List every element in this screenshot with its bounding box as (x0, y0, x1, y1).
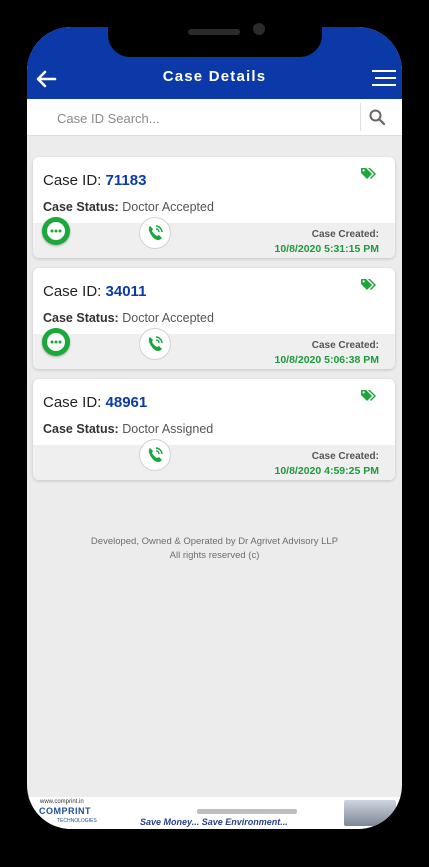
call-button[interactable] (139, 328, 171, 360)
ad-product-image (344, 800, 396, 826)
case-id-search-input[interactable] (55, 99, 364, 137)
case-id-value: 34011 (105, 283, 147, 300)
phone-notch (108, 23, 322, 57)
case-card-body: Case ID: 48961 Case Status: Doctor Assig… (33, 379, 395, 445)
case-created-label: Case Created: (311, 451, 379, 462)
search-icon[interactable] (368, 108, 386, 126)
case-status-value: Doctor Accepted (122, 200, 214, 214)
footer-credits: Developed, Owned & Operated by Dr Agrive… (27, 535, 402, 563)
speaker-grille (188, 29, 240, 35)
case-id-label: Case ID: (43, 283, 102, 300)
footer-developer-text: Developed, Owned & Operated by Dr Agrive… (90, 536, 339, 547)
chat-bubble-icon (47, 222, 65, 240)
case-card-body: Case ID: 71183 Case Status: Doctor Accep… (33, 157, 395, 223)
phone-call-icon (148, 447, 163, 462)
case-id-value: 71183 (105, 172, 147, 189)
call-button[interactable] (139, 217, 171, 249)
case-created-date: 10/8/2020 5:31:15 PM (274, 243, 380, 255)
tags-icon[interactable] (361, 389, 377, 403)
case-status: Case Status: Doctor Assigned (43, 422, 213, 436)
ad-tagline: Save Money... Save Environment... (140, 817, 288, 827)
case-card-body: Case ID: 34011 Case Status: Doctor Accep… (33, 268, 395, 334)
phone-call-icon (148, 225, 163, 240)
app-screen: Case Details Case ID: 71183 (27, 27, 402, 829)
case-card-footer: Case Created: 10/8/2020 5:31:15 PM (33, 217, 395, 258)
case-list: Case ID: 71183 Case Status: Doctor Accep… (33, 157, 395, 490)
hamburger-menu-icon[interactable] (372, 69, 396, 87)
case-status: Case Status: Doctor Accepted (43, 311, 214, 325)
chat-button[interactable] (42, 328, 70, 356)
case-status-label: Case Status: (43, 422, 119, 436)
ad-text-bar (197, 809, 297, 814)
tags-icon[interactable] (361, 167, 377, 181)
case-card[interactable]: Case ID: 71183 Case Status: Doctor Accep… (33, 157, 395, 258)
case-card[interactable]: Case ID: 48961 Case Status: Doctor Assig… (33, 379, 395, 480)
ad-brand-subtitle: TECHNOLOGIES (57, 818, 97, 824)
case-card-footer: Case Created: 10/8/2020 5:06:38 PM (33, 328, 395, 369)
case-card[interactable]: Case ID: 34011 Case Status: Doctor Accep… (33, 268, 395, 369)
front-camera (253, 23, 265, 35)
phone-frame: Case Details Case ID: 71183 (0, 0, 429, 867)
chat-bubble-icon (47, 333, 65, 351)
case-created-label: Case Created: (311, 229, 379, 240)
case-id: Case ID: 48961 (43, 394, 147, 411)
case-created-label: Case Created: (311, 340, 379, 351)
search-bar (27, 99, 402, 137)
case-card-footer: Case Created: 10/8/2020 4:59:25 PM (33, 439, 395, 480)
phone-call-icon (148, 336, 163, 351)
page-title: Case Details (162, 68, 267, 85)
case-id-label: Case ID: (43, 394, 102, 411)
case-id: Case ID: 71183 (43, 172, 146, 189)
case-created-date: 10/8/2020 4:59:25 PM (274, 465, 380, 477)
case-id-label: Case ID: (43, 172, 102, 189)
case-id: Case ID: 34011 (43, 283, 146, 300)
case-id-value: 48961 (105, 394, 148, 411)
search-divider (360, 103, 361, 131)
call-button[interactable] (139, 439, 171, 471)
case-status: Case Status: Doctor Accepted (43, 200, 214, 214)
case-status-label: Case Status: (43, 311, 119, 325)
chat-button[interactable] (42, 217, 70, 245)
case-status-label: Case Status: (43, 200, 119, 214)
footer-rights-text: All rights reserved (c) (169, 550, 260, 561)
ad-brand-logo: COMPRINT (39, 806, 91, 816)
ad-banner[interactable]: www.comprint.in COMPRINT TECHNOLOGIES Sa… (27, 797, 402, 829)
tags-icon[interactable] (361, 278, 377, 292)
ad-url: www.comprint.in (40, 799, 84, 805)
case-created-date: 10/8/2020 5:06:38 PM (274, 354, 380, 366)
case-status-value: Doctor Accepted (122, 311, 214, 325)
case-status-value: Doctor Assigned (122, 422, 214, 436)
